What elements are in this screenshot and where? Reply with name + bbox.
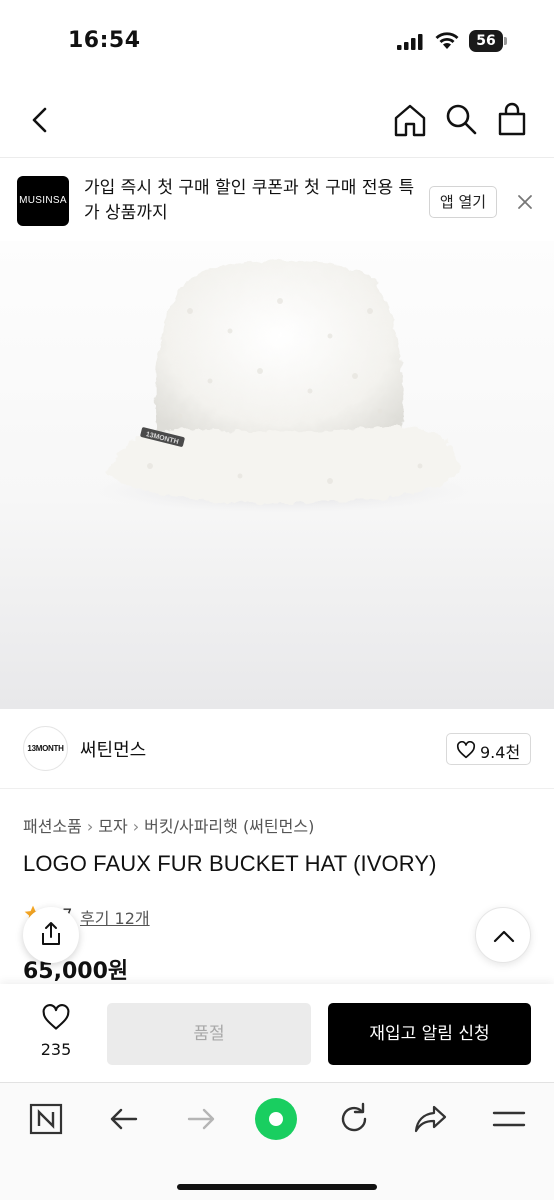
- brand-name[interactable]: 써틴먼스: [80, 736, 146, 762]
- page-header: [0, 82, 554, 158]
- home-icon[interactable]: [392, 102, 428, 138]
- reload-icon[interactable]: [334, 1099, 374, 1139]
- back-arrow-icon[interactable]: [104, 1099, 144, 1139]
- chevron-up-icon: [493, 930, 515, 943]
- brand-row[interactable]: 13MONTH 써틴먼스 9.4천: [0, 709, 554, 789]
- search-icon[interactable]: [444, 102, 478, 136]
- product-title: LOGO FAUX FUR BUCKET HAT (IVORY): [23, 851, 437, 876]
- bucket-hat-image: 13MONTH: [93, 259, 473, 513]
- share-button[interactable]: [23, 907, 79, 963]
- wishlist-button[interactable]: 235: [30, 1004, 82, 1064]
- product-image[interactable]: 13MONTH: [0, 241, 554, 709]
- cellular-signal-icon: [397, 34, 423, 50]
- wifi-icon: [435, 32, 459, 49]
- battery-icon: 56: [469, 30, 507, 52]
- brand-like-count: 9.4천: [480, 743, 521, 762]
- soldout-button[interactable]: 품절: [107, 1003, 311, 1065]
- share-arrow-icon[interactable]: [411, 1099, 451, 1139]
- browser-toolbar: [0, 1082, 554, 1200]
- app-install-banner: MUSINSA 가입 즉시 첫 구매 할인 쿠폰과 첫 구매 전용 특가 상품까…: [0, 159, 554, 241]
- chevron-left-icon[interactable]: [24, 104, 56, 136]
- naver-n-icon[interactable]: [26, 1099, 66, 1139]
- musinsa-logo: MUSINSA: [17, 176, 69, 226]
- close-icon[interactable]: [513, 190, 537, 214]
- chevron-right-icon: ›: [132, 817, 140, 836]
- breadcrumb-item[interactable]: 버킷/사파리햇 (써틴먼스): [144, 817, 314, 836]
- breadcrumb-item[interactable]: 모자: [98, 817, 127, 836]
- share-icon: [42, 922, 60, 945]
- scroll-top-button[interactable]: [475, 907, 531, 963]
- heart-icon: [456, 741, 476, 759]
- wishlist-count: 235: [40, 1040, 72, 1059]
- green-dot-icon[interactable]: [254, 1097, 298, 1141]
- battery-level: 56: [469, 30, 503, 52]
- home-indicator: [177, 1184, 377, 1190]
- purchase-bar: 235 품절 재입고 알림 신청: [0, 984, 554, 1082]
- restock-alert-button[interactable]: 재입고 알림 신청: [328, 1003, 531, 1065]
- forward-arrow-icon[interactable]: [181, 1099, 221, 1139]
- status-time: 16:54: [68, 28, 141, 53]
- menu-icon[interactable]: [489, 1099, 529, 1139]
- brand-logo[interactable]: 13MONTH: [23, 726, 68, 771]
- breadcrumb-item[interactable]: 패션소품: [23, 817, 82, 836]
- shopping-bag-icon[interactable]: [496, 102, 528, 136]
- status-bar: 16:54 56: [0, 0, 554, 82]
- brand-like-button[interactable]: 9.4천: [446, 733, 531, 765]
- battery-cap: [504, 37, 507, 45]
- chevron-right-icon: ›: [86, 817, 94, 836]
- heart-icon: [42, 1004, 70, 1030]
- open-app-button[interactable]: 앱 열기: [429, 186, 497, 218]
- breadcrumb: 패션소품 › 모자 › 버킷/사파리햇 (써틴먼스): [23, 813, 314, 837]
- review-link[interactable]: 후기 12개: [80, 905, 150, 929]
- banner-message: 가입 즉시 첫 구매 할인 쿠폰과 첫 구매 전용 특가 상품까지: [84, 178, 415, 223]
